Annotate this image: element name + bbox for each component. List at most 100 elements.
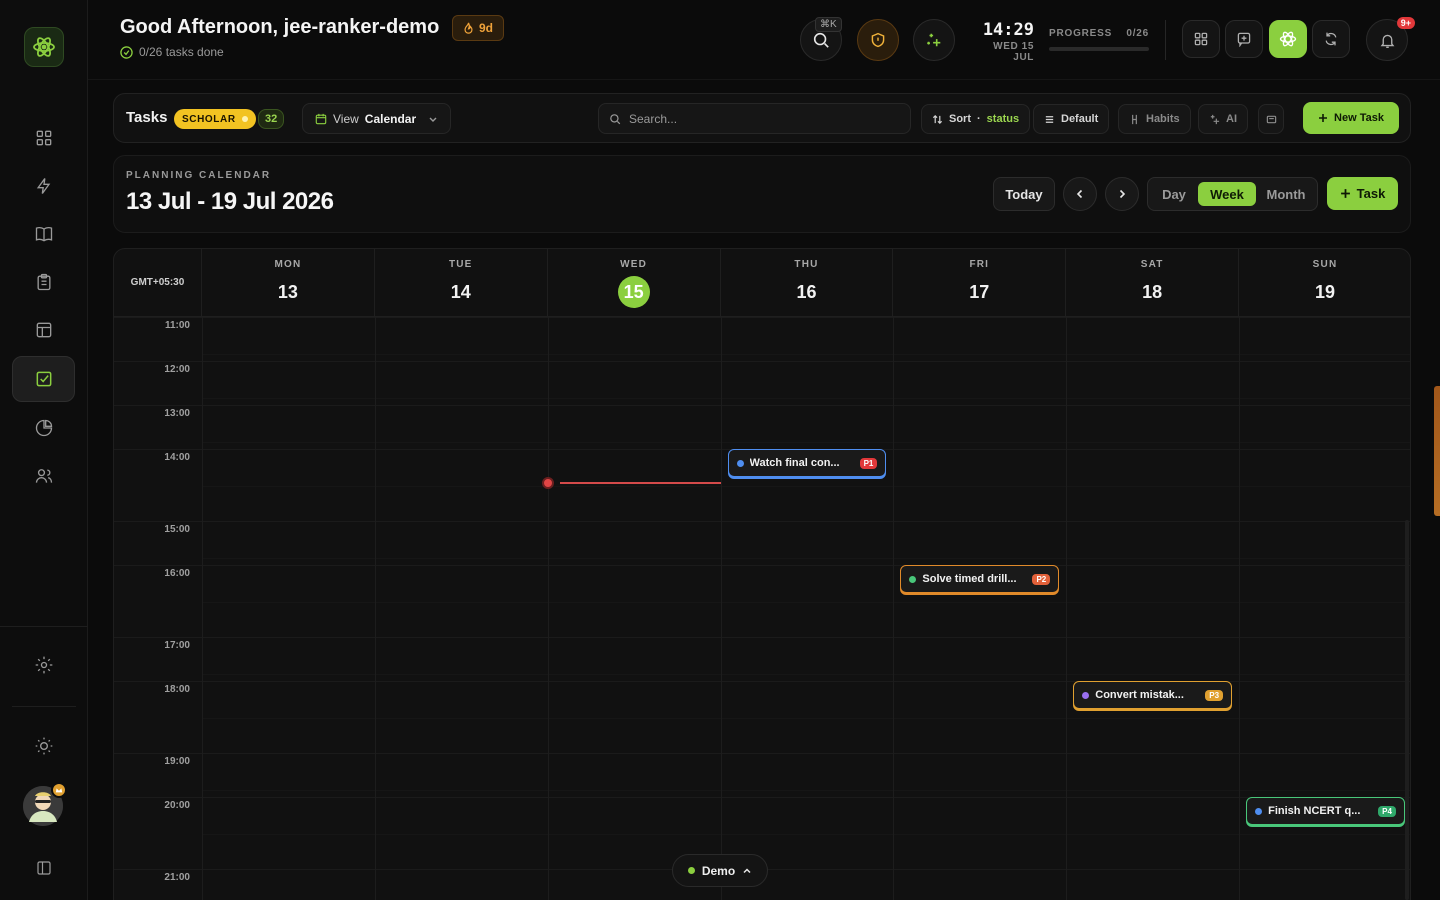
calendar-kicker: PLANNING CALENDAR	[126, 170, 272, 181]
new-task-label: New Task	[1334, 112, 1384, 124]
day-header-sun[interactable]: SUN 19	[1239, 249, 1410, 317]
shield-icon	[871, 32, 885, 48]
nav-community[interactable]	[14, 454, 74, 498]
calendar-event[interactable]: Convert mistak... P3	[1073, 681, 1233, 709]
day-name: FRI	[969, 259, 990, 270]
event-title: Convert mistak...	[1095, 689, 1184, 701]
hour-label: 14:00	[164, 452, 190, 463]
nav-clipboard[interactable]	[14, 260, 74, 304]
view-day-button[interactable]: Day	[1152, 182, 1196, 206]
priority-badge: P2	[1032, 573, 1051, 585]
hour-gridline	[114, 565, 1410, 566]
tasks-done-label: 0/26 tasks done	[139, 45, 224, 59]
sort-value: status	[986, 113, 1020, 125]
timezone-label: GMT+05:30	[114, 249, 202, 317]
clock-date: WED 15 JUL	[993, 41, 1034, 63]
pie-chart-icon	[35, 419, 53, 437]
app-logo[interactable]	[24, 27, 64, 67]
tasks-toolbar: Tasks SCHOLAR 32 View Calendar Sort · stat…	[113, 93, 1411, 143]
view-value: Calendar	[364, 111, 417, 126]
sparkle-button[interactable]	[913, 19, 955, 61]
day-header-thu[interactable]: THU 16	[720, 249, 894, 317]
nav-layout[interactable]	[14, 308, 74, 352]
sparkle-icon	[1210, 114, 1220, 124]
nav-settings[interactable]	[14, 643, 74, 687]
week-grid: GMT+05:30 MON 13 TUE 14 WED 15 THU 16 FRI 17 SAT 18…	[113, 248, 1411, 900]
default-button[interactable]: Default	[1033, 104, 1110, 134]
day-header-tue[interactable]: TUE 14	[374, 249, 548, 317]
task-count-badge: 32	[258, 109, 285, 129]
view-month-button[interactable]: Month	[1258, 182, 1314, 206]
ai-button[interactable]: AI	[1198, 104, 1248, 134]
day-name: SAT	[1140, 259, 1164, 270]
shield-button[interactable]	[857, 19, 899, 61]
clock-time: 14:29	[982, 20, 1034, 40]
layout-icon	[36, 322, 52, 338]
day-column-divider	[720, 317, 722, 900]
sort-button[interactable]: Sort · status	[921, 104, 1031, 134]
view-selector[interactable]: View Calendar	[302, 103, 452, 134]
prev-week-button[interactable]	[1063, 177, 1097, 211]
scholar-label: SCHOLAR	[182, 113, 236, 125]
calendar-event[interactable]: Watch final con... P1	[727, 449, 887, 477]
atom-button[interactable]	[1269, 20, 1307, 58]
view-prefix: View	[333, 111, 359, 126]
habits-button[interactable]: Habits	[1118, 104, 1191, 134]
hour-label: 16:00	[164, 568, 190, 579]
atom-icon	[33, 37, 55, 57]
theme-toggle[interactable]	[14, 724, 74, 768]
checkbox-icon	[36, 371, 51, 387]
nav-dashboard[interactable]	[14, 116, 74, 160]
add-task-button[interactable]: Task	[1327, 177, 1398, 210]
hour-label: 11:00	[164, 320, 190, 331]
priority-badge: P1	[859, 457, 878, 469]
hour-label: 15:00	[164, 524, 190, 535]
scrollbar[interactable]	[1405, 520, 1409, 900]
calendar-event[interactable]: Finish NCERT q... P4	[1246, 797, 1405, 825]
day-column-divider	[547, 317, 549, 900]
hour-gridline	[114, 361, 1410, 362]
ai-label: AI	[1226, 113, 1237, 125]
tasks-done: 0/26 tasks done	[120, 45, 224, 59]
display-toggle[interactable]	[1258, 104, 1284, 134]
notifications-button[interactable]: 9+	[1366, 17, 1415, 61]
half-hour-gridline	[202, 674, 1410, 675]
day-date: 14	[450, 282, 471, 302]
clipboard-icon	[37, 273, 51, 291]
nav-activity[interactable]	[14, 164, 74, 208]
nav-analytics[interactable]	[14, 406, 74, 450]
day-name: MON	[274, 259, 302, 270]
nav-tasks[interactable]	[12, 356, 75, 402]
sidebar-collapse-button[interactable]	[14, 846, 74, 890]
sidebar	[0, 0, 88, 900]
chevron-right-icon	[1119, 189, 1126, 199]
progress-bar	[1049, 47, 1149, 51]
today-button[interactable]: Today	[993, 177, 1055, 211]
day-date: 18	[1142, 282, 1163, 302]
day-header-mon[interactable]: MON 13	[202, 249, 375, 317]
feedback-button[interactable]	[1225, 20, 1263, 58]
sync-button[interactable]	[1312, 20, 1350, 58]
calendar-range: 13 Jul - 19 Jul 2026	[126, 188, 334, 215]
sidebar-divider	[12, 706, 76, 707]
streak-badge: 9d	[452, 15, 505, 41]
next-week-button[interactable]	[1105, 177, 1139, 211]
search-field[interactable]	[598, 103, 911, 134]
view-week-button[interactable]: Week	[1198, 182, 1256, 206]
avatar[interactable]	[23, 782, 67, 826]
demo-switcher[interactable]: Demo	[672, 854, 768, 887]
status-dot	[687, 867, 695, 874]
day-header-fri[interactable]: FRI 17	[893, 249, 1067, 317]
day-header-sat[interactable]: SAT 18	[1066, 249, 1240, 317]
day-header-wed[interactable]: WED 15	[547, 249, 721, 317]
new-task-button[interactable]: New Task	[1303, 102, 1399, 134]
apps-button[interactable]	[1182, 20, 1220, 58]
day-name: TUE	[448, 259, 473, 270]
calendar-event[interactable]: Solve timed drill... P2	[900, 565, 1060, 593]
priority-badge: P4	[1378, 805, 1396, 817]
nav-library[interactable]	[14, 212, 74, 256]
check-circle-icon	[120, 45, 133, 59]
half-hour-gridline	[202, 442, 1410, 443]
grid-icon	[36, 130, 52, 146]
search-input[interactable]	[629, 111, 889, 126]
